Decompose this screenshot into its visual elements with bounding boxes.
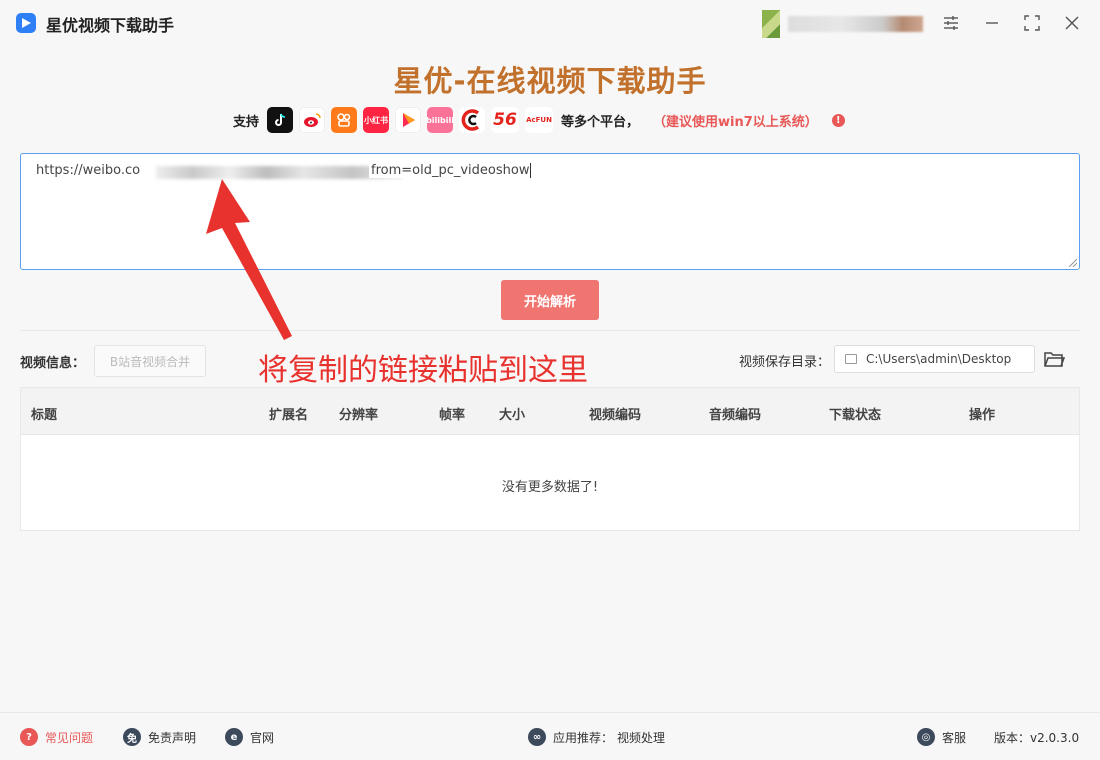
start-parse-button[interactable]: 开始解析 [501,280,599,320]
more-platforms-text: 等多个平台， [561,114,640,130]
column-header: 分辨率 [339,408,379,423]
faq-label: 常见问题 [45,730,94,745]
app-title: 星优视频下载助手 [46,16,175,35]
recommend-value: 视频处理 [617,730,666,745]
page-title: 星优-在线视频下载助手 [393,64,707,98]
xiaohongshu-icon: 小红书 [363,107,390,133]
weibo-icon [299,107,326,133]
settings-sliders-icon[interactable] [940,12,962,34]
headset-icon: ◎ [917,728,935,746]
column-header: 大小 [499,408,526,423]
version-text: 版本：v2.0.3.0 [994,730,1080,745]
maximize-icon[interactable] [1021,12,1043,34]
acfun-icon: AcFUN [525,107,554,133]
kuaishou-icon [331,107,358,133]
website-link[interactable]: e 官网 [225,727,274,747]
resize-grip-icon[interactable] [1069,259,1077,267]
app-logo-icon [16,13,36,33]
close-icon[interactable] [1061,12,1083,34]
app-recommend-link[interactable]: ∞ 应用推荐： 视频处理 [528,727,665,747]
column-header: 音频编码 [709,408,762,423]
column-header: 操作 [969,408,996,423]
cctv-icon [459,107,486,133]
save-dir-input[interactable]: C:\Users\admin\Desktop [834,345,1035,373]
xigua-icon [395,107,422,133]
system-warning: （建议使用win7以上系统） [653,114,818,130]
browser-icon: e [225,728,243,746]
app-window: 星优视频下载助手 星优-在线视频下载助手 支持 小红书 bilibili 56 … [0,0,1100,760]
open-folder-icon[interactable] [1043,348,1066,370]
url-blurred-segment [156,166,402,179]
save-dir-label: 视频保存目录： [739,355,831,370]
paste-hint-annotation: 将复制的链接粘贴到这里 [258,353,588,388]
video-info-label: 视频信息： [20,356,86,371]
title-bar: 星优视频下载助手 [0,0,1100,46]
customer-service-link[interactable]: ◎ 客服 [917,727,966,747]
recommend-label: 应用推荐： [553,730,614,745]
column-header: 视频编码 [589,408,642,423]
56-icon: 56 [491,107,520,133]
folder-outline-icon [845,354,857,364]
url-text-prefix: https://weibo.co [36,163,141,178]
footer-bar: ? 常见问题 免 免责声明 e 官网 ∞ 应用推荐： 视频处理 ◎ 客服 版本：… [0,712,1100,760]
bilibili-icon: bilibili [426,107,454,133]
url-text-suffix: from=old_pc_videoshow [369,163,532,178]
website-label: 官网 [250,730,275,745]
column-header: 下载状态 [829,408,882,423]
disclaimer-label: 免责声明 [148,730,197,745]
support-label: 支持 [233,114,260,130]
column-header: 标题 [31,408,58,423]
question-icon: ? [20,728,38,746]
info-icon[interactable]: ! [831,113,845,127]
column-header: 帧率 [439,408,466,423]
user-avatar[interactable] [762,10,780,38]
table-header: 标题 扩展名 分辨率 帧率 大小 视频编码 音频编码 下载状态 操作 [21,388,1079,435]
empty-table-message: 没有更多数据了! [501,480,599,495]
bilibili-merge-button[interactable]: B站音视频合并 [94,345,206,377]
column-header: 扩展名 [269,408,309,423]
minimize-icon[interactable] [981,12,1003,34]
url-input[interactable]: https://weibo.co from=old_pc_videoshow [20,153,1080,270]
disclaimer-link[interactable]: 免 免责声明 [123,727,196,747]
save-dir-path: C:\Users\admin\Desktop [866,352,1012,366]
video-table: 标题 扩展名 分辨率 帧率 大小 视频编码 音频编码 下载状态 操作 没有更多数… [20,387,1080,531]
link-icon: ∞ [528,728,546,746]
supported-platforms: 支持 小红书 bilibili 56 AcFUN 等多个平台， （建议使用win… [233,106,845,134]
divider [20,330,1080,331]
username-blurred [788,16,923,32]
douyin-icon [267,107,294,133]
faq-link[interactable]: ? 常见问题 [20,727,93,747]
disclaimer-icon: 免 [123,728,141,746]
support-label: 客服 [942,730,967,745]
